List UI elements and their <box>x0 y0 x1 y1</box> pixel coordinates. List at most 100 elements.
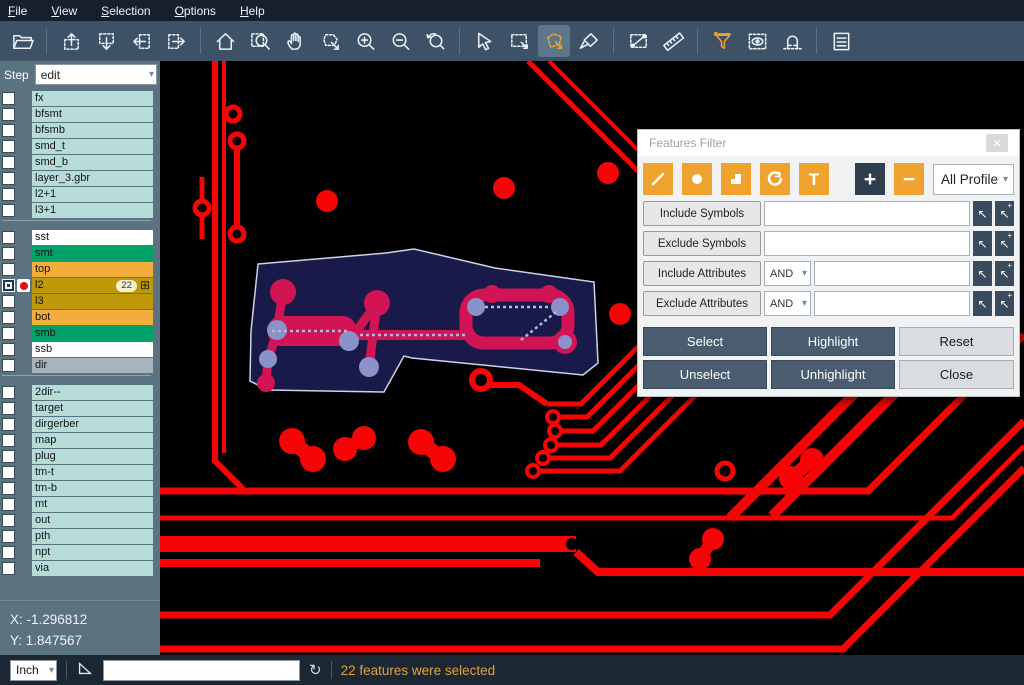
arc-feature-button[interactable] <box>760 163 790 195</box>
layer-indicator[interactable] <box>17 498 30 511</box>
layer-indicator[interactable] <box>17 231 30 244</box>
command-input[interactable] <box>103 660 300 681</box>
layer-name[interactable]: pth <box>32 529 153 544</box>
pick-attribute-icon[interactable]: ↖ <box>973 291 992 316</box>
layer-visibility-checkbox[interactable] <box>2 343 15 356</box>
layer-visibility-checkbox[interactable] <box>2 482 15 495</box>
layer-name[interactable]: bfsmb <box>32 123 153 138</box>
layer-indicator[interactable] <box>17 359 30 372</box>
layer-name[interactable]: top <box>32 262 153 277</box>
close-button[interactable]: Close <box>899 360 1014 389</box>
menu-item-options[interactable]: Options <box>175 4 216 18</box>
profile-select[interactable]: All Profile ▾ <box>933 164 1014 195</box>
layer-indicator[interactable] <box>17 204 30 217</box>
exclude-symbols-field[interactable] <box>764 231 970 256</box>
layer-visibility-checkbox[interactable] <box>2 562 15 575</box>
layer-visibility-checkbox[interactable] <box>2 327 15 340</box>
layer-name[interactable]: layer_3.gbr <box>32 171 153 186</box>
layer-visibility-checkbox[interactable] <box>2 466 15 479</box>
layer-indicator[interactable] <box>17 434 30 447</box>
layer-name[interactable]: 2dir-- <box>32 385 153 400</box>
layer-indicator[interactable] <box>17 466 30 479</box>
dialog-title-bar[interactable]: Features Filter ✕ <box>638 130 1019 156</box>
layer-visibility-checkbox[interactable] <box>2 402 15 415</box>
menu-item-file[interactable]: File <box>8 4 27 18</box>
units-select[interactable]: Inch ▾ <box>10 660 57 681</box>
layer-name[interactable]: smd_t <box>32 139 153 154</box>
layer-indicator[interactable] <box>17 402 30 415</box>
measure-distance-icon[interactable] <box>622 25 654 57</box>
layer-visibility-checkbox[interactable] <box>2 108 15 121</box>
pick-attribute-icon[interactable]: ↖ <box>973 261 992 286</box>
layer-name[interactable]: l3+1 <box>32 203 153 218</box>
unhighlight-button[interactable]: Unhighlight <box>771 360 895 389</box>
menu-item-selection[interactable]: Selection <box>101 4 150 18</box>
highlight-button[interactable]: Highlight <box>771 327 895 356</box>
layer-visibility-checkbox[interactable] <box>2 498 15 511</box>
pick-symbol-icon[interactable]: ↖ <box>973 201 992 226</box>
layer-indicator[interactable] <box>17 450 30 463</box>
layer-name[interactable]: bfsmt <box>32 107 153 122</box>
include-attributes-field[interactable] <box>814 261 970 286</box>
layer-indicator[interactable] <box>17 188 30 201</box>
exclude-attributes-button[interactable]: Exclude Attributes <box>643 291 761 316</box>
layer-name[interactable]: out <box>32 513 153 528</box>
menu-item-view[interactable]: View <box>51 4 77 18</box>
layer-name[interactable]: smt <box>32 246 153 261</box>
reset-button[interactable]: Reset <box>899 327 1014 356</box>
layer-name[interactable]: npt <box>32 545 153 560</box>
layer-name[interactable]: tm-t <box>32 465 153 480</box>
layer-visibility-checkbox[interactable] <box>2 514 15 527</box>
pan-up-icon[interactable] <box>55 25 87 57</box>
layer-name[interactable]: dirgerber <box>32 417 153 432</box>
layer-visibility-checkbox[interactable] <box>2 530 15 543</box>
snap-angle-icon[interactable] <box>76 659 94 682</box>
layer-indicator[interactable] <box>17 140 30 153</box>
layer-name[interactable]: map <box>32 433 153 448</box>
zoom-in-icon[interactable] <box>349 25 381 57</box>
layer-visibility-checkbox[interactable] <box>2 546 15 559</box>
zoom-previous-icon[interactable] <box>419 25 451 57</box>
layer-name[interactable]: l2+1 <box>32 187 153 202</box>
layer-indicator[interactable] <box>17 108 30 121</box>
pan-left-icon[interactable] <box>125 25 157 57</box>
layer-visibility-checkbox[interactable] <box>2 92 15 105</box>
exclude-attributes-field[interactable] <box>814 291 970 316</box>
zoom-polygon-icon[interactable] <box>314 25 346 57</box>
layer-name[interactable]: smd_b <box>32 155 153 170</box>
pick-add-attribute-icon[interactable]: ↖+ <box>995 291 1014 316</box>
layer-indicator[interactable] <box>17 327 30 340</box>
layer-name[interactable]: target <box>32 401 153 416</box>
layer-indicator[interactable] <box>17 343 30 356</box>
layer-indicator[interactable] <box>17 311 30 324</box>
surface-feature-button[interactable] <box>721 163 751 195</box>
layer-visibility-checkbox[interactable] <box>2 386 15 399</box>
pick-add-symbol-icon[interactable]: ↖+ <box>995 231 1014 256</box>
select-rectangle-icon[interactable] <box>503 25 535 57</box>
layer-indicator[interactable] <box>17 172 30 185</box>
text-feature-button[interactable]: T <box>799 163 829 195</box>
layer-visibility-checkbox[interactable] <box>2 311 15 324</box>
layer-name[interactable]: dir <box>32 358 153 373</box>
layer-visibility-checkbox[interactable] <box>2 279 15 292</box>
layer-indicator[interactable] <box>17 295 30 308</box>
layer-indicator[interactable] <box>17 386 30 399</box>
ruler-icon[interactable] <box>657 25 689 57</box>
layer-indicator[interactable] <box>17 562 30 575</box>
menu-item-help[interactable]: Help <box>240 4 265 18</box>
layer-visibility-checkbox[interactable] <box>2 434 15 447</box>
layer-name[interactable]: l222⊞ <box>32 278 153 293</box>
layer-name[interactable]: plug <box>32 449 153 464</box>
layer-name[interactable]: sst <box>32 230 153 245</box>
layer-visibility-checkbox[interactable] <box>2 156 15 169</box>
layer-visibility-checkbox[interactable] <box>2 124 15 137</box>
open-folder-icon[interactable] <box>6 25 38 57</box>
layer-visibility-checkbox[interactable] <box>2 204 15 217</box>
layer-indicator[interactable] <box>17 247 30 260</box>
select-button[interactable]: Select <box>643 327 767 356</box>
layer-visibility-checkbox[interactable] <box>2 172 15 185</box>
layer-visibility-checkbox[interactable] <box>2 188 15 201</box>
select-polygon-icon[interactable] <box>538 25 570 57</box>
layer-indicator[interactable] <box>17 514 30 527</box>
layer-name[interactable]: smb <box>32 326 153 341</box>
